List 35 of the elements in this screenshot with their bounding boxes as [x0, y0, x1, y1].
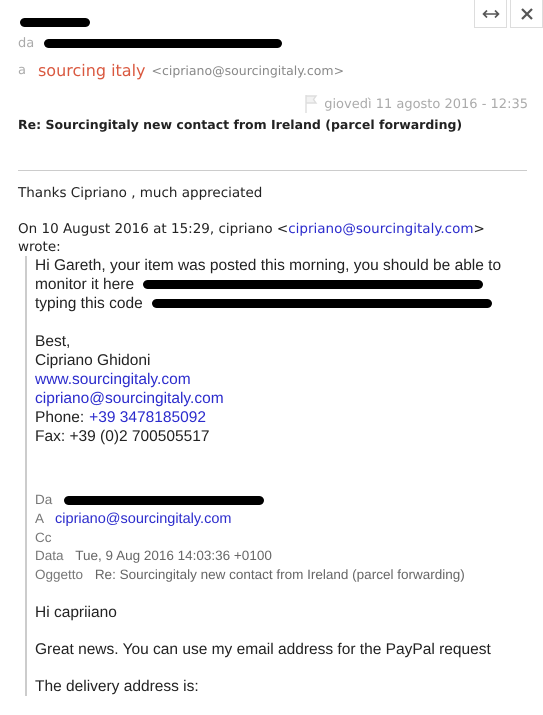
quote-text: Phone:: [35, 408, 84, 427]
close-icon: [520, 8, 532, 20]
reply-text: Thanks Cipriano , much appreciated: [17, 184, 264, 201]
from-label: da: [18, 36, 34, 51]
link[interactable]: +39 3478185092: [89, 408, 206, 427]
expand-button[interactable]: [474, 0, 507, 28]
quote-text: Great news. You can use my email address for the PayPal request: [35, 640, 492, 659]
quote-text: Fax: +39 (0)2 700505517: [35, 427, 210, 446]
email-link[interactable]: cipriano@sourcingitaly.com: [288, 221, 474, 237]
quote-text: Hi capriiano: [35, 602, 118, 622]
header-label: A: [35, 510, 44, 526]
link[interactable]: cipriano@sourcingitaly.com: [35, 389, 224, 408]
quote-text: Best,: [35, 332, 70, 351]
quote-attribution: On 10 August 2016 at 15:29, cipriano <cipriano@sourcingitaly.com> wrote:: [17, 220, 486, 256]
close-button[interactable]: [510, 0, 543, 28]
header-value: Tue, 9 Aug 2016 14:03:36 +0100: [75, 548, 272, 564]
message-date: giovedì 11 agosto 2016 - 12:35: [324, 96, 528, 112]
quote-text: typing this code: [35, 294, 143, 313]
quote-text: Hi Gareth, your item was posted this morning, you should be able to: [35, 256, 502, 275]
link[interactable]: www.sourcingitaly.com: [35, 370, 191, 389]
recipient-address: <cipriano@sourcingitaly.com>: [152, 63, 344, 78]
header-label: Da: [35, 492, 52, 507]
recipient-name[interactable]: sourcing italy: [38, 61, 146, 80]
quote-text: The delivery address is:: [35, 676, 200, 696]
header-label: Data: [35, 548, 64, 564]
email-link[interactable]: cipriano@sourcingitaly.com: [55, 510, 232, 527]
header-value: Re: Sourcingitaly new contact from Ireland (parcel forwarding): [94, 567, 465, 582]
message-subject: Re: Sourcingitaly new contact from Ireland (parcel forwarding): [17, 116, 464, 132]
double-arrow-icon: [482, 8, 500, 18]
header-label: Cc: [35, 530, 52, 545]
quote-text: Cipriano Ghidoni: [35, 351, 150, 370]
redaction-mark: [20, 18, 90, 27]
to-label: a: [18, 63, 26, 78]
header-label: Oggetto: [35, 567, 84, 582]
quote-text: monitor it here: [35, 275, 134, 294]
